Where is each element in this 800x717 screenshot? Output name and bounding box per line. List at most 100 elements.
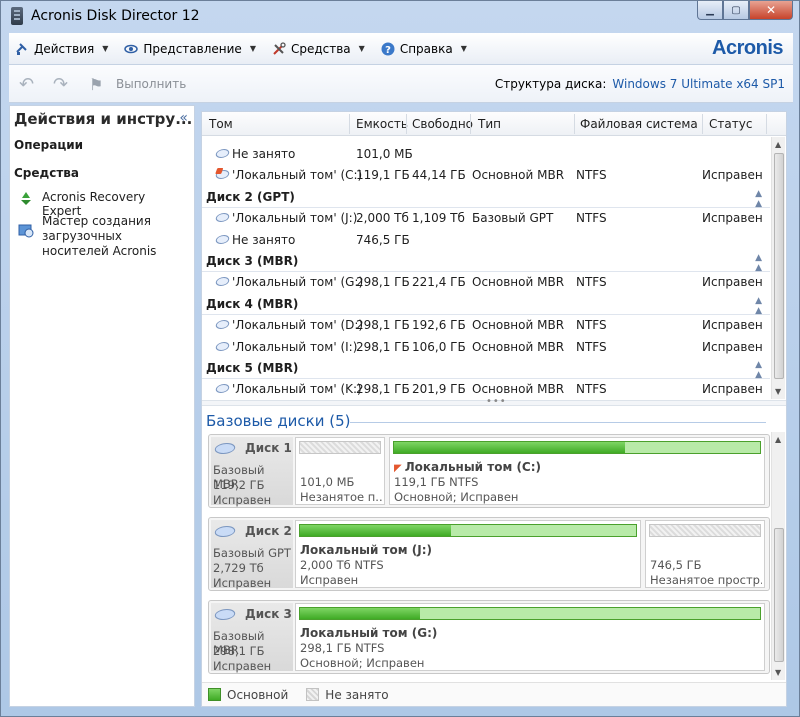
table-row[interactable]: Не занято 746,5 ГБ (202, 230, 770, 251)
cell-fs: NTFS (576, 339, 607, 354)
disk-icon (212, 443, 238, 454)
scroll-up-icon[interactable]: ▲ (775, 140, 781, 149)
disk-group-header[interactable]: Диск 3 (MBR) ▲ ▲ (202, 251, 770, 273)
col-capacity[interactable]: Емкость (356, 117, 408, 131)
cell-capacity: 298,1 ГБ (356, 318, 410, 333)
legend-primary-label: Основной (227, 687, 289, 702)
cell-capacity: 2,000 Тб (356, 211, 409, 226)
col-free[interactable]: Свободно (412, 117, 473, 131)
collapse-group-icon[interactable]: ▲ ▲ (755, 360, 762, 380)
checkered-flag-icon: ⚑ (89, 75, 104, 94)
close-button[interactable]: ✕ (749, 1, 793, 20)
menu-help[interactable]: ? Справка ▼ (381, 42, 467, 56)
cell-free: 192,6 ГБ (412, 318, 466, 333)
column-divider[interactable] (766, 114, 767, 134)
cell-type: Основной MBR (472, 275, 565, 290)
partition-size: 746,5 ГБ (650, 558, 702, 572)
disk-card[interactable]: Диск 1 Базовый MBR 119,2 ГБ Исправен 101,0 М… (208, 434, 770, 508)
disk-type: Базовый GPT (213, 546, 291, 560)
minimize-button[interactable]: ▁ (697, 1, 723, 20)
table-scrollbar-thumb[interactable] (774, 153, 784, 379)
legend-unallocated-swatch (306, 688, 320, 701)
table-row[interactable]: Не занято 101,0 МБ (202, 144, 770, 165)
disk-info[interactable]: Диск 1 Базовый MBR 119,2 ГБ Исправен (211, 437, 293, 507)
table-row[interactable]: 'Локальный том' (J:) 2,000 Тб 1,109 Тб Базо… (202, 208, 770, 229)
unallocated-partition[interactable]: 101,0 МБ Незанятое п... (295, 437, 385, 505)
svg-text:?: ? (385, 45, 391, 56)
collapse-group-icon[interactable]: ▲ ▲ (755, 296, 762, 316)
volume-icon (214, 149, 231, 158)
title-bar[interactable]: Acronis Disk Director 12 ▁ ▢ ✕ (1, 1, 799, 31)
partition-title: Локальный том (G:) (300, 626, 762, 640)
panel-splitter[interactable]: ••• (202, 396, 786, 407)
cell-status: Исправен (702, 382, 763, 397)
execute-button[interactable]: Выполнить (116, 77, 186, 91)
splitter-grip-icon: ••• (486, 396, 507, 407)
disk-map-scrollbar[interactable]: ▲ ▼ (771, 432, 785, 680)
column-divider[interactable] (406, 114, 407, 134)
disk-group-header[interactable]: Диск 4 (MBR) ▲ ▲ (202, 294, 770, 316)
disk-name: Диск 3 (245, 607, 292, 621)
actions-panel: Действия и инстру... « Операции Средства… (9, 105, 195, 707)
collapse-group-icon[interactable]: ▲ ▲ (755, 189, 762, 209)
cell-name: Не занято (232, 232, 296, 247)
column-divider[interactable] (702, 114, 703, 134)
tools-section[interactable]: Средства (14, 166, 79, 180)
table-scrollbar[interactable]: ▲ ▼ (771, 137, 785, 399)
volume-icon (214, 277, 231, 287)
table-row[interactable]: 'Локальный том' (I:) 298,1 ГБ 106,0 ГБ Осно… (202, 337, 770, 358)
menu-actions[interactable]: Действия ▼ (15, 42, 108, 56)
collapse-group-icon[interactable]: ▲ ▲ (755, 253, 762, 273)
scroll-up-icon[interactable]: ▲ (775, 435, 781, 444)
cell-fs: NTFS (576, 318, 607, 333)
unallocated-partition[interactable]: 746,5 ГБ Незанятое простр... (645, 520, 765, 588)
maximize-button[interactable]: ▢ (723, 1, 749, 20)
col-filesystem[interactable]: Файловая система (580, 117, 698, 131)
undo-icon[interactable]: ↶ (19, 74, 34, 95)
col-type[interactable]: Тип (478, 117, 501, 131)
column-divider[interactable] (470, 114, 471, 134)
partition[interactable]: Локальный том (G:) 298,1 ГБ NTFS Основной;… (295, 603, 765, 671)
partition-status: Основной; Исправен (394, 490, 519, 504)
col-volume[interactable]: Том (209, 117, 233, 131)
menu-tools[interactable]: Средства ▼ (272, 42, 365, 56)
operations-section[interactable]: Операции (14, 138, 83, 152)
table-row[interactable]: 'Локальный том' (C:) 119,1 ГБ 44,14 ГБ Осно… (202, 165, 770, 186)
disk-info[interactable]: Диск 2 Базовый GPT 2,729 Тб Исправен (211, 520, 293, 590)
partition[interactable]: Локальный том (J:) 2,000 Тб NTFS Исправен (295, 520, 641, 588)
disk-group-header[interactable]: Диск 5 (MBR) ▲ ▲ (202, 358, 770, 380)
disk-group-header[interactable]: Диск 2 (GPT) ▲ ▲ (202, 187, 770, 209)
column-divider[interactable] (574, 114, 575, 134)
scroll-down-icon[interactable]: ▼ (775, 387, 781, 396)
legend-unallocated-label: Не занято (325, 687, 389, 702)
bootable-media-item[interactable]: Мастер создания загрузочных носителей Ac… (18, 214, 188, 259)
partition-status: Незанятое п... (300, 490, 382, 504)
table-row[interactable]: 'Локальный том' (D:) 298,1 ГБ 192,6 ГБ Осно… (202, 315, 770, 336)
brand-logo: Acronis (712, 37, 783, 59)
scroll-down-icon[interactable]: ▼ (775, 668, 781, 677)
disk-status: Исправен (213, 659, 272, 673)
cell-fs: NTFS (576, 211, 607, 226)
partition[interactable]: ◤ Локальный том (C:) 119,1 ГБ NTFS Основной… (389, 437, 765, 505)
cell-type: Основной MBR (472, 168, 565, 183)
column-divider[interactable] (349, 114, 350, 134)
partition-size: 2,000 Тб NTFS (300, 558, 384, 572)
disk-card[interactable]: Диск 3 Базовый MBR 298,1 ГБ Исправен Локальн… (208, 600, 770, 674)
usage-bar (393, 441, 761, 454)
disk-card[interactable]: Диск 2 Базовый GPT 2,729 Тб Исправен Локальн… (208, 517, 770, 591)
collapse-panel-icon[interactable]: « (179, 110, 188, 126)
table-header: Том Емкость Свободно Тип Файловая систем… (202, 112, 786, 136)
table-row[interactable]: 'Локальный том' (G:) 298,1 ГБ 221,4 ГБ Осно… (202, 272, 770, 293)
disk-map-scrollbar-thumb[interactable] (774, 528, 784, 662)
partition-size: 119,1 ГБ NTFS (394, 475, 479, 489)
actions-panel-title: Действия и инстру... (14, 110, 193, 128)
col-status[interactable]: Статус (709, 117, 752, 131)
redo-icon[interactable]: ↷ (53, 74, 68, 95)
disk-structure-value[interactable]: Windows 7 Ultimate x64 SP1 (612, 77, 785, 91)
cell-status: Исправен (702, 318, 763, 333)
cell-type: Основной MBR (472, 318, 565, 333)
window-controls: ▁ ▢ ✕ (697, 1, 793, 21)
menu-view[interactable]: Представление ▼ (124, 42, 256, 56)
disk-info[interactable]: Диск 3 Базовый MBR 298,1 ГБ Исправен (211, 603, 293, 673)
divider (350, 422, 766, 423)
